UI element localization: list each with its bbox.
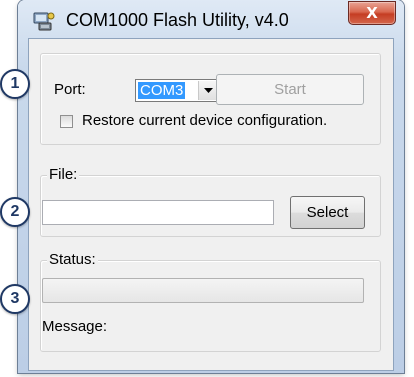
flash-utility-icon [33, 12, 55, 31]
port-label: Port: [54, 81, 86, 98]
window-title: COM1000 Flash Utility, v4.0 [66, 10, 289, 30]
port-group: Port: COM3 Start Restore current device … [40, 53, 381, 145]
close-icon: X [366, 3, 378, 22]
app-window: COM1000 Flash Utility, v4.0 X Port: COM3… [18, 0, 404, 373]
port-selected-value: COM3 [138, 82, 186, 99]
status-group-label: Status: [47, 251, 98, 268]
restore-config-checkbox[interactable] [60, 115, 73, 128]
chevron-down-icon[interactable] [198, 81, 218, 100]
callout-2: 2 [0, 197, 30, 227]
port-select[interactable]: COM3 [135, 79, 220, 102]
message-label: Message: [42, 318, 108, 335]
client-area: Port: COM3 Start Restore current device … [28, 38, 394, 371]
title-bar[interactable]: COM1000 Flash Utility, v4.0 X [18, 0, 404, 40]
start-button[interactable]: Start [216, 74, 364, 105]
callout-3: 3 [0, 284, 30, 314]
file-group-label: File: [47, 166, 80, 183]
file-group: File: Select [40, 166, 381, 237]
restore-config-label: Restore current device configuration. [82, 112, 328, 129]
select-file-button[interactable]: Select [290, 196, 365, 229]
callout-1: 1 [0, 69, 30, 99]
close-button[interactable]: X [348, 1, 396, 25]
status-progress-bar [42, 278, 364, 303]
file-path-input[interactable] [42, 200, 274, 225]
status-group: Status: Message: [40, 251, 381, 352]
